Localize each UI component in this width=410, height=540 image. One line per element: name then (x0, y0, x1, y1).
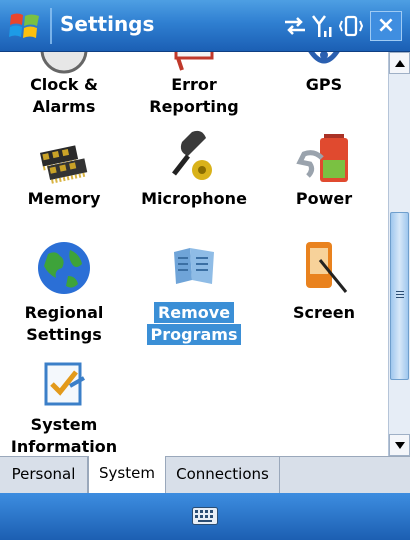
signal-icon[interactable] (310, 13, 336, 39)
settings-item-gps[interactable]: GPS (262, 52, 386, 118)
title-divider (50, 8, 52, 44)
settings-item-label: Information (10, 437, 118, 456)
settings-item-label: Settings (26, 325, 102, 344)
globe-icon (38, 242, 90, 294)
settings-item-power[interactable]: Power (262, 132, 386, 228)
tab-bar: Personal System Connections (0, 456, 410, 494)
settings-icon-grid: Clock & Alarms Error Reporting GPS Memor… (0, 52, 388, 456)
settings-item-clock-alarms[interactable]: Clock & Alarms (2, 52, 126, 118)
battery-icon (296, 134, 348, 182)
scrollbar-thumb[interactable] (390, 212, 409, 380)
settings-item-label: Reporting (149, 97, 239, 116)
settings-item-label: System (30, 415, 98, 434)
memory-chip-icon (39, 145, 88, 184)
settings-item-label: Remove (153, 302, 235, 323)
screen-stylus-icon (306, 242, 348, 293)
tab-personal[interactable]: Personal (0, 457, 88, 493)
tab-connections[interactable]: Connections (166, 457, 280, 493)
keyboard-icon[interactable] (192, 507, 218, 525)
settings-item-label: Error (171, 75, 217, 94)
settings-item-regional-settings[interactable]: Regional Settings (2, 240, 126, 350)
window-title: Settings (60, 12, 155, 36)
scroll-up-arrow[interactable] (389, 52, 410, 74)
settings-item-microphone[interactable]: Microphone (132, 130, 256, 228)
microphone-icon (172, 130, 212, 180)
start-menu-icon[interactable] (8, 9, 42, 43)
soft-key-bar (0, 493, 410, 540)
connectivity-icon[interactable] (282, 13, 308, 39)
settings-item-label: Memory (27, 189, 101, 208)
settings-item-label: Regional (24, 303, 104, 322)
settings-item-label: Power (295, 189, 353, 208)
settings-item-error-reporting[interactable]: Error Reporting (132, 52, 256, 118)
settings-item-memory[interactable]: Memory (2, 132, 126, 228)
vertical-scrollbar[interactable] (388, 52, 410, 456)
scroll-down-arrow[interactable] (389, 434, 410, 456)
vibrate-icon[interactable] (338, 13, 364, 39)
settings-item-label: Programs (146, 324, 242, 345)
settings-item-label: GPS (305, 75, 343, 94)
settings-item-screen[interactable]: Screen (262, 240, 386, 350)
settings-item-remove-programs[interactable]: Remove Programs (132, 240, 256, 350)
settings-item-label: Screen (293, 303, 355, 322)
tab-system[interactable]: System (88, 456, 166, 494)
settings-item-label: Microphone (141, 189, 247, 208)
remove-programs-icon (174, 248, 214, 284)
settings-item-label: Clock & (30, 75, 98, 94)
close-button[interactable]: × (370, 11, 402, 41)
title-bar: Settings × (0, 0, 410, 52)
settings-item-system-information[interactable]: System Information (2, 356, 126, 456)
settings-item-label: Alarms (32, 97, 96, 116)
system-info-icon (44, 362, 85, 406)
